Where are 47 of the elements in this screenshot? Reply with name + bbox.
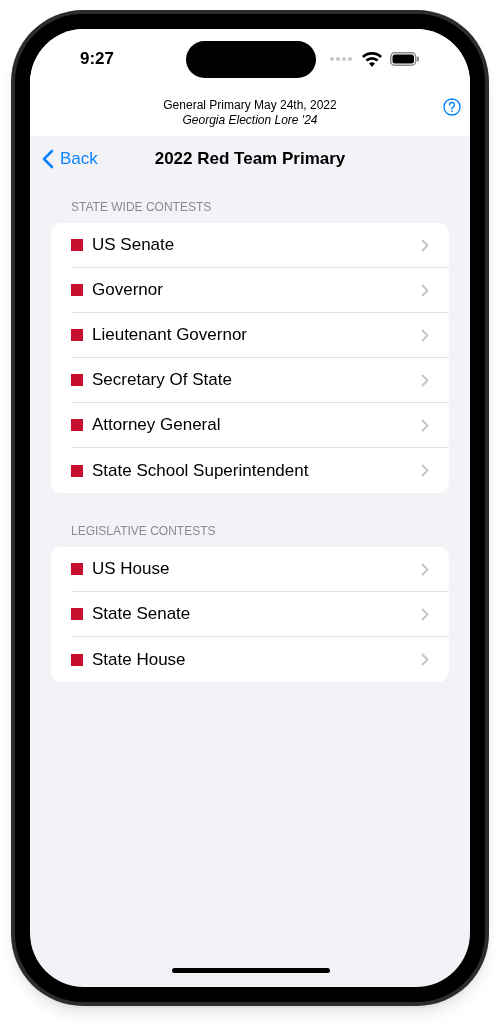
chevron-left-icon	[42, 149, 54, 169]
header-title: General Primary May 24th, 2022	[163, 97, 337, 113]
signal-icon	[330, 57, 354, 61]
contest-row[interactable]: Secretary Of State	[71, 358, 449, 403]
contest-name: State School Superintendent	[92, 459, 310, 482]
battery-icon	[390, 52, 420, 66]
contest-name: Attorney General	[92, 414, 222, 437]
square-icon	[71, 563, 83, 575]
wifi-icon	[362, 51, 382, 67]
square-icon	[71, 608, 83, 620]
square-icon	[71, 239, 83, 251]
contest-name: US House	[92, 558, 171, 581]
chevron-right-icon	[421, 283, 429, 297]
square-icon	[71, 284, 83, 296]
section-header: STATE WIDE CONTESTS	[70, 199, 213, 216]
contest-row[interactable]: US Senate	[71, 223, 449, 268]
help-icon[interactable]	[443, 98, 461, 116]
square-icon	[71, 464, 83, 477]
contest-name: Secretary Of State	[92, 369, 233, 392]
contest-name: Governor	[92, 279, 164, 302]
section-header: LEGISLATIVE CONTESTS	[70, 523, 217, 540]
contest-row[interactable]: Attorney General	[71, 403, 449, 448]
chevron-right-icon	[421, 238, 429, 252]
contest-row[interactable]: Lieutenant Governor	[71, 313, 449, 358]
header-subtitle: Georgia Election Lore '24	[182, 112, 318, 128]
chevron-right-icon	[421, 653, 429, 666]
square-icon	[71, 653, 83, 666]
square-icon	[71, 419, 83, 431]
contest-row[interactable]: State School Superintendent	[71, 448, 449, 493]
chevron-right-icon	[421, 418, 429, 432]
nav-title: 2022 Red Team Primary	[154, 148, 346, 171]
chevron-right-icon	[421, 373, 429, 387]
contest-name: Lieutenant Governor	[92, 324, 248, 347]
contest-row[interactable]: Governor	[71, 268, 449, 313]
contest-name: State Senate	[92, 603, 192, 626]
contest-row[interactable]: State House	[71, 637, 449, 682]
contest-row[interactable]: US House	[71, 547, 449, 592]
chevron-right-icon	[421, 328, 429, 342]
square-icon	[71, 329, 83, 341]
contest-row[interactable]: State Senate	[71, 592, 449, 637]
chevron-right-icon	[421, 464, 429, 477]
contest-name: US Senate	[92, 234, 176, 257]
square-icon	[71, 374, 83, 386]
status-time: 9:27	[80, 48, 115, 71]
contest-name: State House	[92, 648, 187, 671]
chevron-right-icon	[421, 562, 429, 576]
chevron-right-icon	[421, 607, 429, 621]
